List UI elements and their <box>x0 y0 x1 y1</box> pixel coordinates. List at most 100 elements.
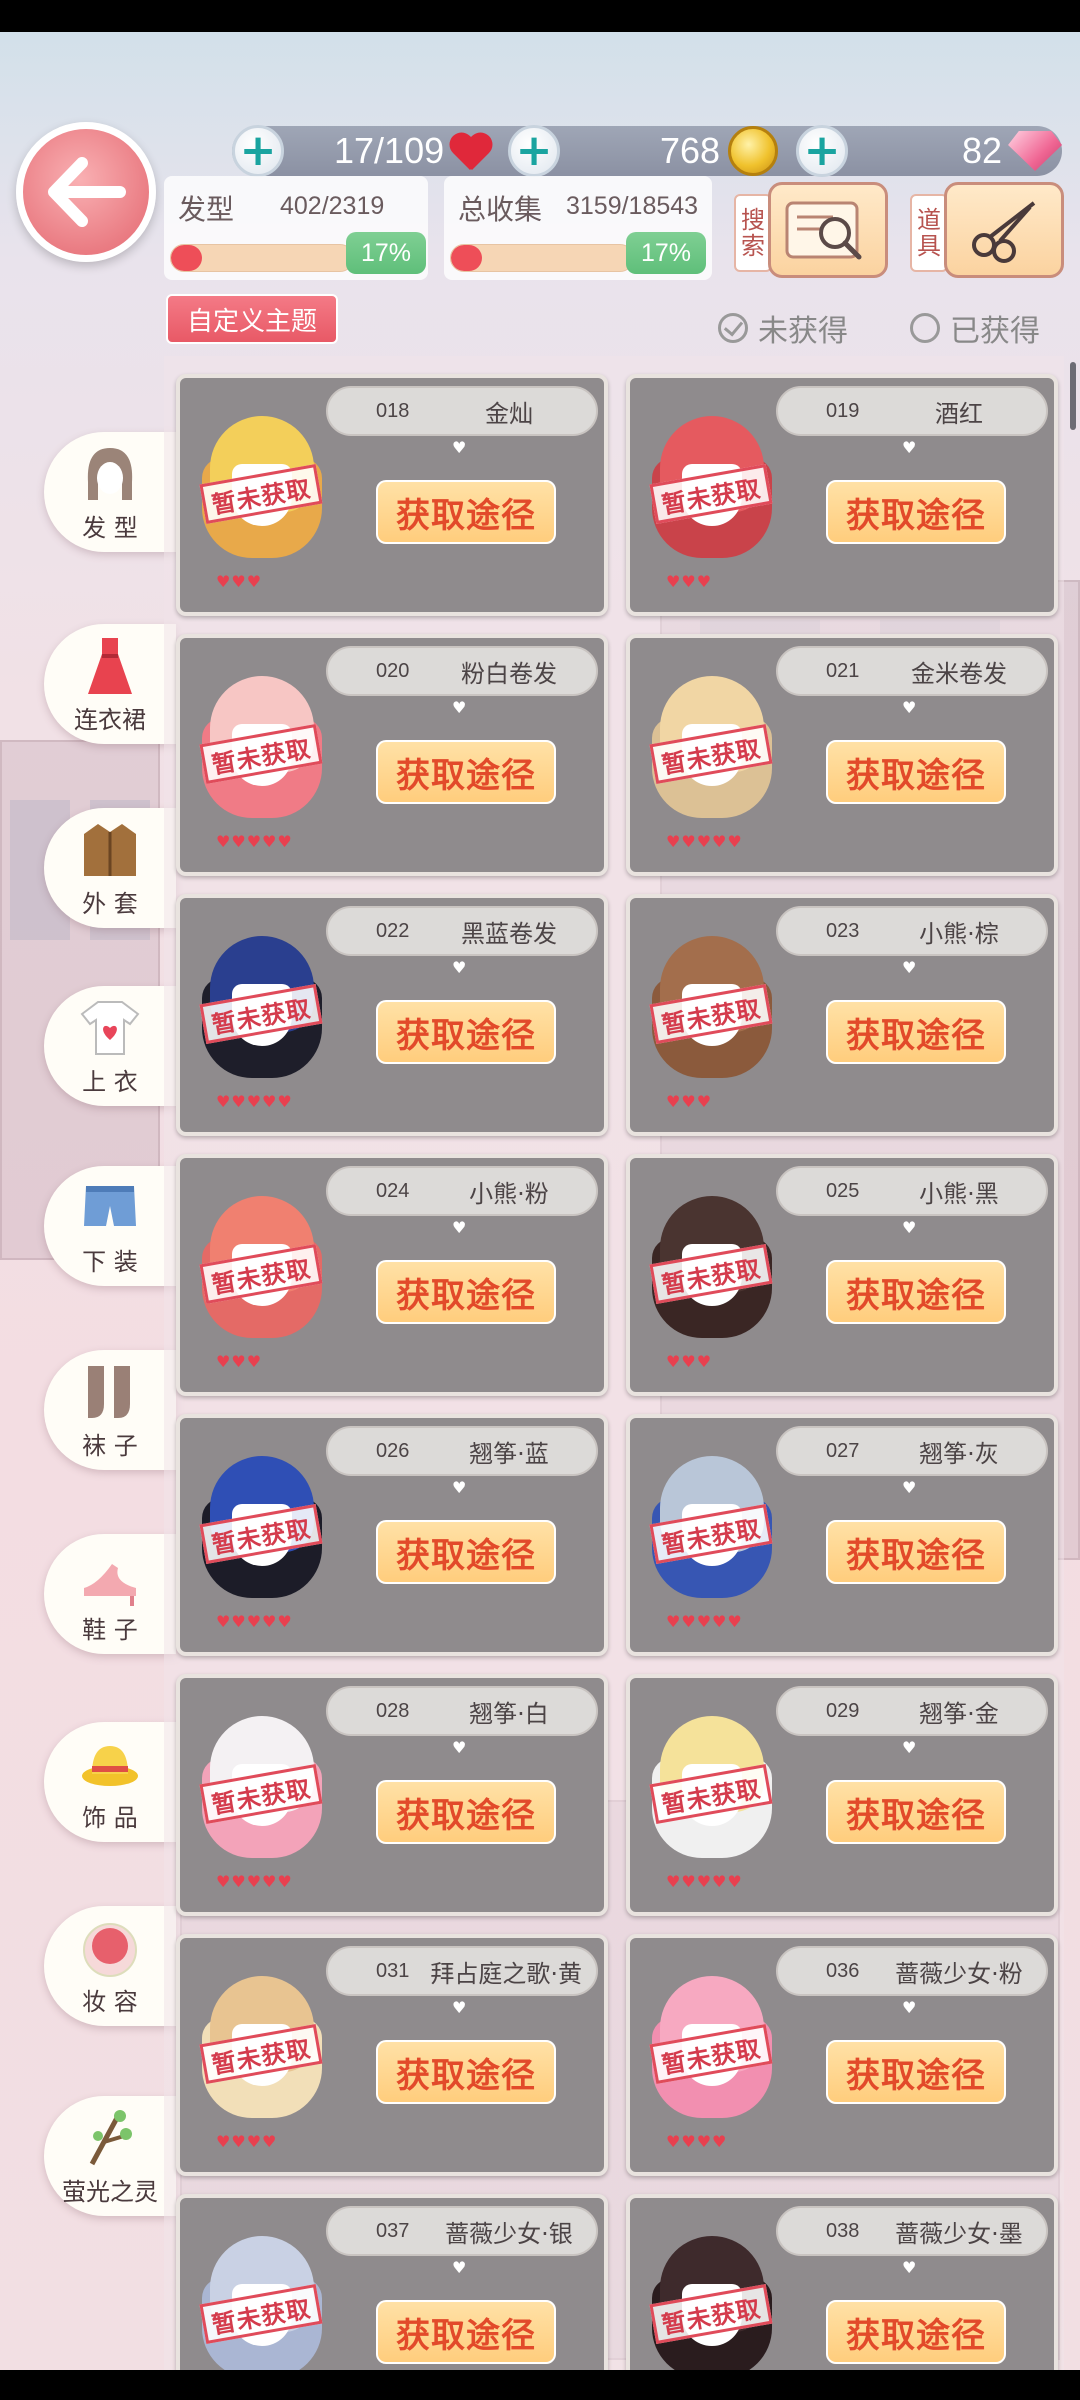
rarity-heart-icon: ♥ <box>262 1872 277 1891</box>
rarity-heart-icon: ♥ <box>696 1612 712 1631</box>
custom-theme-button[interactable]: 自定义主题 <box>166 294 338 344</box>
category-tab-branch[interactable]: 萤光之灵 <box>44 2096 176 2216</box>
total-count: 3159/18543 <box>566 192 699 220</box>
props-tag: 道 具 <box>910 194 948 272</box>
obtain-method-button[interactable]: 获取途径 <box>826 740 1006 804</box>
title-heart-icon: ♥ <box>452 1478 467 1497</box>
title-heart-icon: ♥ <box>452 958 467 977</box>
add-coins-button[interactable]: + <box>508 125 560 177</box>
category-tab-hat[interactable]: 饰 品 <box>44 1722 176 1842</box>
shoes-icon <box>78 1544 142 1608</box>
item-card[interactable]: 036 蔷薇少女·粉 ♥ 暂未获取 获取途径 ♥ ♥ ♥ ♥ <box>626 1934 1058 2176</box>
obtain-method-button[interactable]: 获取途径 <box>826 2300 1006 2364</box>
item-card[interactable]: 023 小熊·棕 ♥ 暂未获取 获取途径 ♥ ♥ ♥ <box>626 894 1058 1136</box>
rarity-heart-icon: ♥ <box>246 832 262 851</box>
category-label: 下 装 <box>82 1247 138 1276</box>
shorts-icon <box>78 1176 142 1240</box>
item-card[interactable]: 022 黑蓝卷发 ♥ 暂未获取 获取途径 ♥ ♥ ♥ ♥ ♥ <box>176 894 608 1136</box>
obtain-method-button[interactable]: 获取途径 <box>376 1520 556 1584</box>
obtain-method-button[interactable]: 获取途径 <box>376 2300 556 2364</box>
gems-value: 82 <box>962 130 1003 171</box>
obtain-method-button[interactable]: 获取途径 <box>376 1000 556 1064</box>
back-arrow-icon <box>48 157 126 227</box>
obtain-method-button[interactable]: 获取途径 <box>826 480 1006 544</box>
filter-not-obtained[interactable]: 未获得 <box>718 306 848 350</box>
item-title: 037 蔷薇少女·银 <box>326 2206 598 2256</box>
title-heart-icon: ♥ <box>452 1998 467 2017</box>
item-card[interactable]: 027 翘筝·灰 ♥ 暂未获取 获取途径 ♥ ♥ ♥ ♥ ♥ <box>626 1414 1058 1656</box>
obtain-method-button[interactable]: 获取途径 <box>826 1520 1006 1584</box>
title-heart-icon: ♥ <box>452 2258 467 2277</box>
total-percent-badge: 17% <box>626 232 706 274</box>
rarity-heart-icon: ♥ <box>277 1092 292 1111</box>
rarity-heart-icon: ♥ <box>727 1872 742 1891</box>
category-tab-shirt[interactable]: 上 衣 <box>44 986 176 1106</box>
item-number: 036 <box>826 1959 860 1982</box>
obtain-method-button[interactable]: 获取途径 <box>826 1260 1006 1324</box>
search-button[interactable]: 搜 索 <box>734 174 894 284</box>
item-card[interactable]: 019 酒红 ♥ 暂未获取 获取途径 ♥ ♥ ♥ <box>626 374 1058 616</box>
item-card[interactable]: 025 小熊·黑 ♥ 暂未获取 获取途径 ♥ ♥ ♥ <box>626 1154 1058 1396</box>
scrollbar[interactable] <box>1070 362 1076 430</box>
title-heart-icon: ♥ <box>902 1478 917 1497</box>
back-button[interactable] <box>16 122 156 262</box>
obtain-method-button[interactable]: 获取途径 <box>376 2040 556 2104</box>
total-progress-bar <box>450 244 634 272</box>
rarity-heart-icon: ♥ <box>262 1092 277 1111</box>
item-number: 022 <box>376 919 410 942</box>
item-number: 023 <box>826 919 860 942</box>
rarity-heart-icon: ♥ <box>262 1612 277 1631</box>
obtain-method-button[interactable]: 获取途径 <box>376 1260 556 1324</box>
obtain-method-button[interactable]: 获取途径 <box>376 1780 556 1844</box>
custom-theme-label: 自定义主题 <box>186 306 317 337</box>
item-card[interactable]: 018 金灿 ♥ 暂未获取 获取途径 ♥ ♥ ♥ <box>176 374 608 616</box>
item-card[interactable]: 026 翘筝·蓝 ♥ 暂未获取 获取途径 ♥ ♥ ♥ ♥ ♥ <box>176 1414 608 1656</box>
title-heart-icon: ♥ <box>452 1738 467 1757</box>
category-tab-shorts[interactable]: 下 装 <box>44 1166 176 1286</box>
item-number: 028 <box>376 1699 410 1722</box>
props-button[interactable]: 道 具 <box>910 174 1070 284</box>
obtain-method-button[interactable]: 获取途径 <box>826 1000 1006 1064</box>
title-heart-icon: ♥ <box>902 2258 917 2277</box>
socks-icon <box>78 1360 142 1424</box>
rarity-heart-icon: ♥ <box>231 1612 246 1631</box>
status-bar <box>0 0 1080 32</box>
branch-icon <box>78 2106 142 2170</box>
item-card[interactable]: 029 翘筝·金 ♥ 暂未获取 获取途径 ♥ ♥ ♥ ♥ ♥ <box>626 1674 1058 1916</box>
item-card[interactable]: 020 粉白卷发 ♥ 暂未获取 获取途径 ♥ ♥ ♥ ♥ ♥ <box>176 634 608 876</box>
filter-obtained[interactable]: 已获得 <box>910 306 1040 350</box>
obtain-method-button[interactable]: 获取途径 <box>376 480 556 544</box>
item-title: 026 翘筝·蓝 <box>326 1426 598 1476</box>
item-number: 027 <box>826 1439 860 1462</box>
add-gems-button[interactable]: + <box>796 125 848 177</box>
rarity-heart-icon: ♥ <box>696 1872 712 1891</box>
rarity-heart-icon: ♥ <box>262 832 277 851</box>
rarity-heart-icon: ♥ <box>712 2132 727 2151</box>
rarity-hearts: ♥♥♥♥♥ <box>216 1614 292 1630</box>
add-stamina-button[interactable]: + <box>232 125 284 177</box>
item-number: 031 <box>376 1959 410 1982</box>
item-card[interactable]: 028 翘筝·白 ♥ 暂未获取 获取途径 ♥ ♥ ♥ ♥ ♥ <box>176 1674 608 1916</box>
category-tab-dress[interactable]: 连衣裙 <box>44 624 176 744</box>
item-card[interactable]: 024 小熊·粉 ♥ 暂未获取 获取途径 ♥ ♥ ♥ <box>176 1154 608 1396</box>
checkbox-empty-icon <box>910 313 940 343</box>
category-tab-socks[interactable]: 袜 子 <box>44 1350 176 1470</box>
item-title: 025 小熊·黑 <box>776 1166 1048 1216</box>
rarity-heart-icon: ♥ <box>727 832 742 851</box>
item-title: 022 黑蓝卷发 <box>326 906 598 956</box>
category-tab-hair[interactable]: 发 型 <box>44 432 176 552</box>
category-tab-makeup[interactable]: 妆 容 <box>44 1906 176 2026</box>
obtain-method-button[interactable]: 获取途径 <box>826 2040 1006 2104</box>
obtain-method-button[interactable]: 获取途径 <box>376 740 556 804</box>
category-tab-coat[interactable]: 外 套 <box>44 808 176 928</box>
rarity-heart-icon: ♥ <box>681 832 696 851</box>
rarity-heart-icon: ♥ <box>681 572 696 591</box>
item-number: 029 <box>826 1699 860 1722</box>
rarity-heart-icon: ♥ <box>216 1352 231 1371</box>
category-tab-shoes[interactable]: 鞋 子 <box>44 1534 176 1654</box>
obtain-method-button[interactable]: 获取途径 <box>826 1780 1006 1844</box>
item-card[interactable]: 031 拜占庭之歌·黄 ♥ 暂未获取 获取途径 ♥ ♥ ♥ ♥ <box>176 1934 608 2176</box>
item-card[interactable]: 021 金米卷发 ♥ 暂未获取 获取途径 ♥ ♥ ♥ ♥ ♥ <box>626 634 1058 876</box>
category-label: 连衣裙 <box>74 705 146 734</box>
rarity-heart-icon: ♥ <box>246 1612 262 1631</box>
